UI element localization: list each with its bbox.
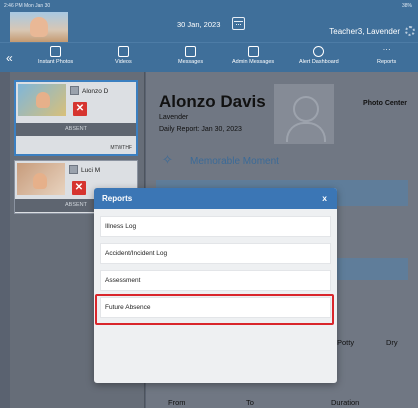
classroom-photo xyxy=(10,12,68,42)
instant-photos-button[interactable]: Instant Photos xyxy=(38,46,73,65)
photo-grid-icon xyxy=(50,46,62,57)
gear-icon[interactable] xyxy=(405,26,415,36)
alert-dashboard-label: Alert Dashboard xyxy=(299,59,339,65)
modal-title: Reports xyxy=(102,194,133,203)
duration-header: Duration xyxy=(331,398,360,407)
reports-modal: Reports x Illness Log Accident/Incident … xyxy=(94,188,337,383)
battery-level: 38% xyxy=(401,3,412,9)
photo-center-link[interactable]: Photo Center xyxy=(363,100,407,107)
reports-label: Reports xyxy=(377,59,397,65)
videos-button[interactable]: Videos xyxy=(115,46,132,65)
menu-item-assessment[interactable]: Assessment xyxy=(100,270,331,291)
admin-messages-button[interactable]: Admin Messages xyxy=(232,46,274,65)
admin-messages-label: Admin Messages xyxy=(232,59,275,65)
messages-button[interactable]: Messages xyxy=(178,46,203,65)
header-date: 30 Jan, 2023 xyxy=(177,20,221,29)
absent-x-icon[interactable]: ✕ xyxy=(72,181,86,195)
child-card-alonzo[interactable]: Alonzo D ✕ ABSENT MTWTHF xyxy=(14,80,138,156)
absent-status: ABSENT xyxy=(16,123,136,136)
message-icon xyxy=(185,46,197,57)
memorable-moment-title: Memorable Moment xyxy=(190,156,279,167)
alert-dashboard-button[interactable]: Alert Dashboard xyxy=(299,46,339,65)
status-bar: 2:46 PM Mon Jan 30 38% xyxy=(0,0,418,12)
menu-item-accident-incident-log[interactable]: Accident/Incident Log xyxy=(100,243,331,264)
dry-label: Dry xyxy=(386,338,398,347)
admin-message-icon xyxy=(247,46,259,57)
child-full-name: Alonzo Davis xyxy=(159,92,266,111)
to-header: To xyxy=(246,398,254,407)
from-header: From xyxy=(168,398,186,407)
collapse-sidebar-icon[interactable]: « xyxy=(6,52,13,64)
avatar-placeholder[interactable] xyxy=(274,84,334,144)
messages-label: Messages xyxy=(178,59,204,65)
id-badge-icon xyxy=(70,86,79,95)
alarm-clock-icon xyxy=(313,46,325,57)
selection-highlight xyxy=(95,294,334,325)
child-name: Luci M xyxy=(81,167,101,174)
videos-label: Videos xyxy=(115,59,132,65)
menu-item-illness-log[interactable]: Illness Log xyxy=(100,216,331,237)
schedule-days: MTWTHF xyxy=(110,145,132,151)
child-name: Alonzo D xyxy=(82,88,109,95)
play-icon xyxy=(117,46,129,57)
modal-header: Reports x xyxy=(94,188,337,209)
reports-button[interactable]: ··· Reports xyxy=(377,45,397,66)
absent-x-icon[interactable]: ✕ xyxy=(73,102,87,116)
toolbar: « Instant Photos Videos Messages Admin M… xyxy=(0,42,418,72)
child-photo xyxy=(17,163,65,195)
more-dots-icon: ··· xyxy=(382,45,391,54)
potty-label: Potty xyxy=(337,338,355,347)
child-photo xyxy=(18,84,66,116)
report-date: Daily Report: Jan 30, 2023 xyxy=(159,126,242,133)
user-name[interactable]: Teacher3, Lavender xyxy=(329,27,400,36)
sparkle-icon: ✧ xyxy=(162,152,173,167)
id-badge-icon xyxy=(69,165,78,174)
close-icon[interactable]: x xyxy=(322,193,327,203)
status-time: 2:46 PM Mon Jan 30 xyxy=(4,3,51,9)
instant-photos-label: Instant Photos xyxy=(38,59,74,65)
calendar-icon[interactable] xyxy=(232,17,245,30)
classroom-name: Lavender xyxy=(159,114,189,121)
